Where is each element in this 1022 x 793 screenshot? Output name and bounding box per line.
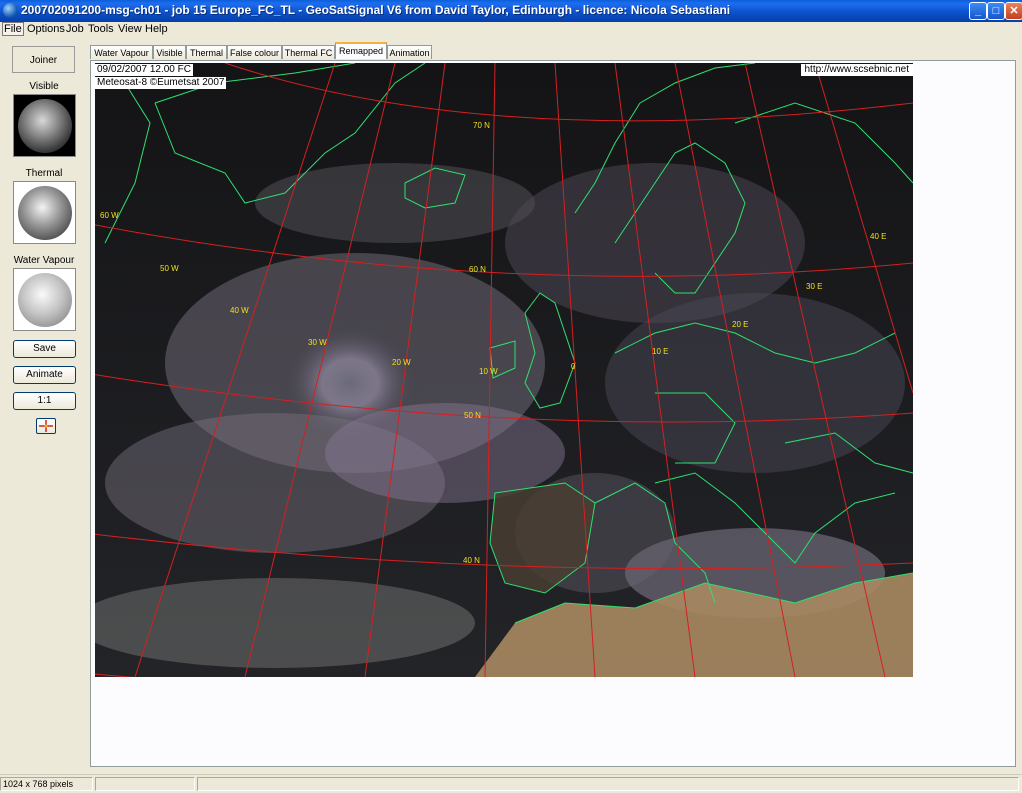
lat-label-60n: 60 N — [469, 265, 486, 274]
menu-bar: File Options Job Tools View Help — [0, 22, 1022, 37]
status-cell-3 — [197, 777, 1019, 791]
lon-label-20e: 20 E — [732, 320, 748, 329]
credit-overlay: Meteosat-8 ©Eumetsat 2007 — [95, 77, 227, 89]
tab-thermal[interactable]: Thermal — [186, 45, 227, 59]
lat-label-70n: 70 N — [473, 121, 490, 130]
lon-label-30e: 30 E — [806, 282, 822, 291]
status-cell-2 — [95, 777, 195, 791]
lat-label-40n: 40 N — [463, 556, 480, 565]
minimize-button[interactable]: _ — [969, 2, 987, 20]
satellite-image[interactable]: 70 N 60 N 50 N 40 N 60 W 50 W 40 W 30 W … — [95, 63, 913, 677]
lat-label-50n: 50 N — [464, 411, 481, 420]
water-vapour-thumbnail[interactable] — [13, 268, 76, 331]
menu-help[interactable]: Help — [145, 23, 168, 35]
water-vapour-thumb-label: Water Vapour — [13, 255, 75, 266]
tab-remapped[interactable]: Remapped — [335, 42, 387, 59]
lon-label-30w: 30 W — [308, 338, 327, 347]
left-panel: Joiner Visible Thermal Water Vapour Save… — [0, 38, 86, 773]
save-button[interactable]: Save — [13, 340, 76, 358]
menu-file[interactable]: File — [2, 22, 24, 36]
lon-label-20w: 20 W — [392, 358, 411, 367]
title-bar: 200702091200-msg-ch01 - job 15 Europe_FC… — [0, 0, 1022, 22]
lon-label-40w: 40 W — [230, 306, 249, 315]
lon-label-0: 0 — [571, 362, 576, 371]
thermal-thumb-label: Thermal — [25, 168, 63, 179]
maximize-button[interactable]: □ — [987, 2, 1005, 20]
lon-label-60w: 60 W — [100, 211, 119, 220]
tab-false-colour[interactable]: False colour — [227, 45, 282, 59]
visible-thumb-label: Visible — [29, 81, 59, 92]
animate-button[interactable]: Animate — [13, 366, 76, 384]
satellite-map: 70 N 60 N 50 N 40 N 60 W 50 W 40 W 30 W … — [95, 63, 913, 677]
zoom-1to1-button[interactable]: 1:1 — [13, 392, 76, 410]
menu-job[interactable]: Job — [66, 23, 84, 35]
visible-thumbnail[interactable] — [13, 94, 76, 157]
timestamp-overlay: 09/02/2007 12.00 FC — [95, 64, 193, 76]
menu-tools[interactable]: Tools — [88, 23, 114, 35]
crosshair-icon — [39, 420, 53, 432]
lon-label-10w: 10 W — [479, 367, 498, 376]
window-title: 200702091200-msg-ch01 - job 15 Europe_FC… — [21, 3, 731, 17]
url-overlay: http://www.scsebnic.net — [800, 64, 913, 76]
status-dimensions: 1024 x 768 pixels — [0, 777, 93, 791]
tab-visible[interactable]: Visible — [153, 45, 186, 59]
tab-animation[interactable]: Animation — [387, 45, 432, 59]
tab-thermal-fc[interactable]: Thermal FC — [282, 45, 335, 59]
lon-label-10e: 10 E — [652, 347, 668, 356]
joiner-button[interactable]: Joiner — [12, 46, 75, 73]
tab-water-vapour[interactable]: Water Vapour — [90, 45, 153, 59]
thermal-thumbnail[interactable] — [13, 181, 76, 244]
lon-label-40e: 40 E — [870, 232, 886, 241]
menu-options[interactable]: Options — [27, 23, 65, 35]
lon-label-50w: 50 W — [160, 264, 179, 273]
menu-view[interactable]: View — [118, 23, 142, 35]
app-globe-icon[interactable] — [3, 3, 18, 18]
close-button[interactable]: ✕ — [1005, 2, 1022, 20]
status-bar: 1024 x 768 pixels — [0, 774, 1022, 793]
crosshair-button[interactable] — [36, 418, 56, 434]
